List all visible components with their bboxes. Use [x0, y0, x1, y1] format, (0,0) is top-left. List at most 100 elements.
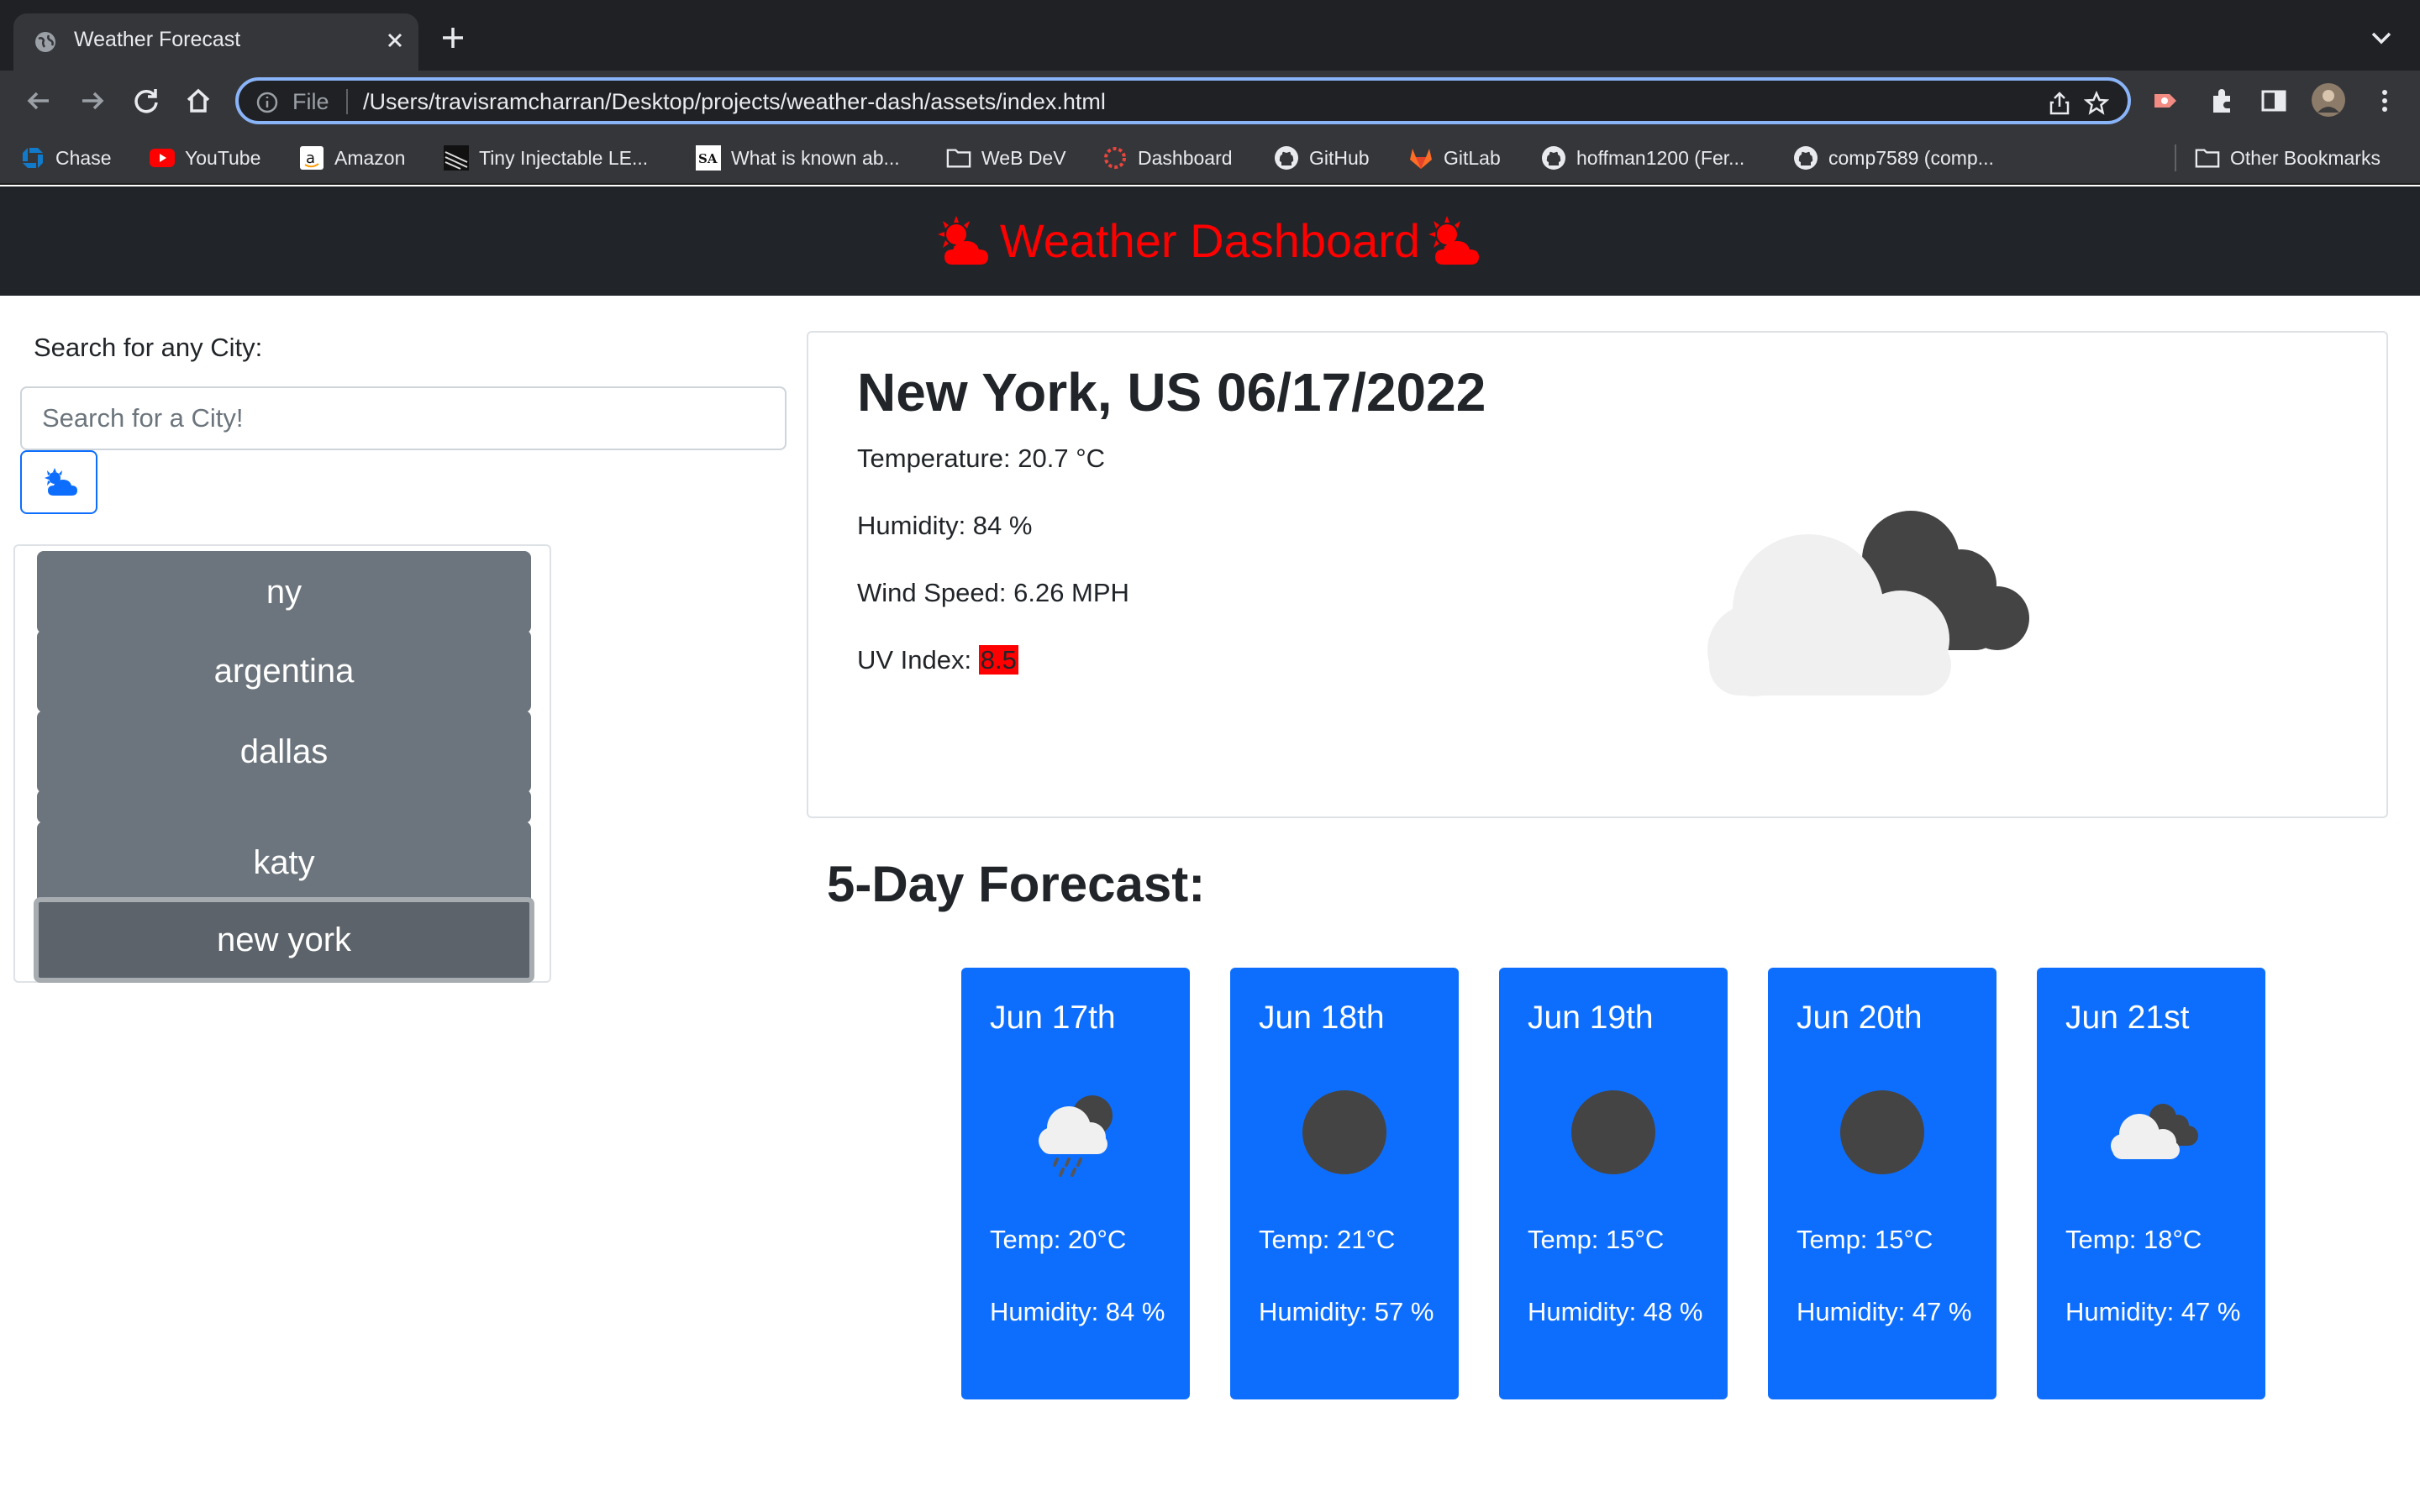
extensions-icon[interactable] [2207, 86, 2237, 116]
bookmark-label: WeB DeV [981, 146, 1066, 169]
history-item-new-york[interactable]: new york [34, 897, 534, 983]
bookmarks-divider [2175, 144, 2176, 171]
forecast-humidity: Humidity: 84 % [990, 1297, 1165, 1326]
url-scheme: File [292, 89, 329, 114]
home-icon[interactable] [182, 84, 215, 118]
amazon-logo-icon: a [299, 145, 324, 171]
history-item-argentina[interactable]: argentina [37, 630, 531, 712]
new-tab-icon[interactable] [439, 24, 467, 52]
page-header: Weather Dashboard [0, 186, 2420, 296]
forecast-card: Jun 20th Temp: 15°C Humidity: 47 % [1768, 968, 1996, 1399]
city-search-input[interactable] [20, 386, 786, 450]
profile-avatar[interactable] [2311, 82, 2346, 118]
history-item-dallas[interactable]: dallas [37, 711, 531, 793]
bookmark-tiny-injectable[interactable]: Tiny Injectable LE... [444, 143, 648, 173]
bookmark-label: Tiny Injectable LE... [479, 146, 649, 169]
reload-icon[interactable] [129, 84, 163, 118]
bookmark-what-is-known[interactable]: SA What is known ab... [696, 143, 900, 173]
tab-title: Weather Forecast [74, 28, 241, 51]
bookmark-star-icon[interactable] [2084, 91, 2109, 116]
bookmark-folder-web-dev[interactable]: WeB DeV [946, 143, 1066, 173]
forecast-date: Jun 20th [1797, 1000, 1923, 1036]
forecast-temp: Temp: 21°C [1259, 1225, 1396, 1254]
current-city-title: New York, US 06/17/2022 [857, 362, 1486, 423]
forecast-humidity: Humidity: 47 % [2065, 1297, 2241, 1326]
page-title: Weather Dashboard [0, 213, 2420, 268]
chevron-down-icon[interactable] [2370, 30, 2393, 47]
forecast-temp: Temp: 20°C [990, 1225, 1127, 1254]
bookmark-label: What is known ab... [731, 146, 900, 169]
site-favicon-icon [444, 145, 469, 171]
forecast-card: Jun 17th Temp: 20°C Humidity: 84 % [961, 968, 1190, 1399]
bookmark-amazon[interactable]: a Amazon [299, 143, 405, 173]
current-humidity: Humidity: 84 % [857, 511, 1033, 540]
forecast-date: Jun 18th [1259, 1000, 1385, 1036]
close-tab-icon[interactable] [381, 27, 408, 54]
url-text[interactable]: /Users/travisramcharran/Desktop/projects… [363, 89, 1106, 115]
bookmark-gitlab[interactable]: GitLab [1408, 143, 1501, 173]
svg-text:a: a [306, 150, 315, 167]
browser-toolbar: File /Users/travisramcharran/Desktop/pro… [0, 71, 2420, 131]
forecast-humidity: Humidity: 48 % [1528, 1297, 1703, 1326]
bookmark-github[interactable]: GitHub [1274, 143, 1370, 173]
forecast-card: Jun 19th Temp: 15°C Humidity: 48 % [1499, 968, 1728, 1399]
kebab-menu-icon[interactable] [2370, 86, 2400, 116]
broken-clouds-icon [1707, 511, 2029, 696]
history-item-empty[interactable] [37, 790, 531, 823]
history-item-ny[interactable]: ny [37, 551, 531, 633]
folder-icon [946, 145, 971, 171]
bookmark-label: GitHub [1309, 146, 1370, 169]
bookmark-label: YouTube [185, 146, 261, 169]
forecast-temp: Temp: 18°C [2065, 1225, 2202, 1254]
share-icon[interactable] [2047, 91, 2072, 116]
forecast-date: Jun 21st [2065, 1000, 2190, 1036]
url-divider [346, 89, 348, 114]
cloud-sun-icon [937, 215, 988, 265]
forecast-card: Jun 18th Temp: 21°C Humidity: 57 % [1230, 968, 1459, 1399]
forecast-date: Jun 17th [990, 1000, 1116, 1036]
forecast-card: Jun 21st Temp: 18°C Humidity: 47 % [2037, 968, 2265, 1399]
dashboard-gear-icon [1102, 145, 1128, 171]
chase-logo-icon [20, 145, 45, 171]
github-logo-icon [1274, 145, 1299, 171]
address-bar[interactable]: File /Users/travisramcharran/Desktop/pro… [235, 77, 2131, 124]
github-logo-icon [1793, 145, 1818, 171]
current-wind-speed: Wind Speed: 6.26 MPH [857, 578, 1129, 607]
bookmark-label: Dashboard [1138, 146, 1233, 169]
bookmark-youtube[interactable]: YouTube [150, 143, 260, 173]
forecast-humidity: Humidity: 57 % [1259, 1297, 1434, 1326]
sa-logo-icon: SA [696, 145, 721, 171]
search-button[interactable] [20, 450, 97, 514]
screencast-extension-icon[interactable] [2151, 86, 2181, 116]
bookmark-hoffman1200[interactable]: hoffman1200 (Fer... [1541, 143, 1744, 173]
cloud-sun-icon [1428, 215, 1480, 265]
history-item-katy[interactable]: katy [37, 822, 531, 904]
folder-icon [2195, 145, 2220, 171]
cloud-sun-icon [45, 468, 77, 496]
bookmark-dashboard[interactable]: Dashboard [1102, 143, 1233, 173]
search-history-list: ny argentina dallas katy new york [13, 544, 551, 983]
side-panel-icon[interactable] [2259, 86, 2289, 116]
back-icon[interactable] [22, 84, 55, 118]
bookmarks-bar: Chase YouTube a Amazon Tiny Injectable L… [0, 131, 2420, 185]
info-icon[interactable] [255, 91, 279, 114]
bookmark-comp7589[interactable]: comp7589 (comp... [1793, 143, 1994, 173]
browser-tabstrip: Weather Forecast [0, 0, 2420, 71]
forecast-humidity: Humidity: 47 % [1797, 1297, 1972, 1326]
forecast-title: 5-Day Forecast: [827, 856, 1206, 912]
broken-clouds-icon [2111, 1104, 2198, 1159]
page-title-text: Weather Dashboard [999, 214, 1421, 267]
rain-icon [1039, 1095, 1113, 1177]
bookmark-chase[interactable]: Chase [20, 143, 111, 173]
browser-tab[interactable]: Weather Forecast [13, 13, 418, 71]
search-label: Search for any City: [34, 333, 263, 362]
bookmark-label: Chase [55, 146, 112, 169]
forward-icon[interactable] [76, 84, 109, 118]
bookmark-other-bookmarks[interactable]: Other Bookmarks [2195, 143, 2381, 173]
svg-text:SA: SA [698, 151, 718, 166]
forecast-date: Jun 19th [1528, 1000, 1654, 1036]
gitlab-logo-icon [1408, 145, 1434, 171]
overcast-icon [1571, 1090, 1655, 1174]
uv-index-label: UV Index: [857, 645, 972, 675]
youtube-logo-icon [150, 145, 175, 171]
